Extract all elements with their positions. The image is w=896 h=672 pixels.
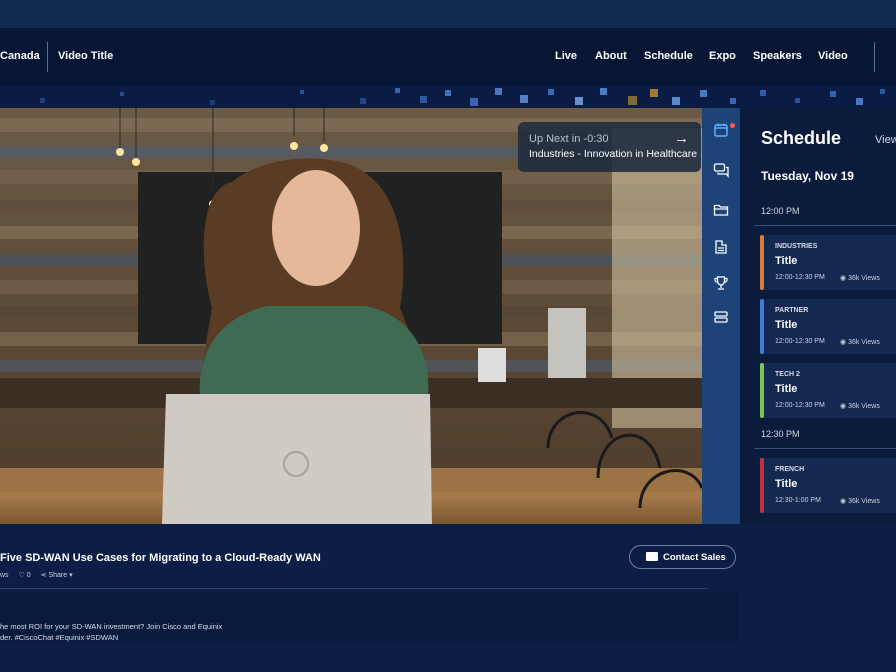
- info-divider: [0, 588, 708, 589]
- session-color-bar: [760, 235, 764, 290]
- session-title: Title: [775, 383, 798, 395]
- server-icon[interactable]: [713, 309, 729, 325]
- up-next-label: Up Next in -0:30: [529, 133, 609, 145]
- session-title: Title: [775, 319, 798, 331]
- eye-icon: ◉: [840, 403, 849, 410]
- schedule-panel: Schedule View Tuesday, Nov 19 12:00 PM I…: [740, 108, 896, 524]
- session-views: ◉ 36k Views: [840, 274, 880, 282]
- chevron-down-icon[interactable]: ▾: [69, 572, 73, 579]
- session-tag: TECH 2: [775, 371, 800, 378]
- contact-sales-label: Contact Sales: [663, 552, 726, 563]
- chat-icon[interactable]: [713, 162, 729, 178]
- session-tag: PARTNER: [775, 307, 809, 314]
- description-box: he most ROI for your SD-WAN investment? …: [0, 592, 738, 642]
- session-card[interactable]: FRENCH Title 12:30-1:00 PM ◉ 36k Views: [760, 458, 896, 513]
- slot-divider: [754, 448, 896, 449]
- share-link[interactable]: Share: [48, 572, 67, 579]
- arrow-right-icon[interactable]: →: [674, 130, 689, 147]
- up-next-card[interactable]: Up Next in -0:30 Industries - Innovation…: [518, 122, 701, 172]
- heart-icon[interactable]: ♡: [19, 572, 25, 579]
- session-views-label: 36k Views: [848, 275, 880, 282]
- session-time: 12:00-12:30 PM: [775, 338, 825, 345]
- session-color-bar: [760, 363, 764, 418]
- header-divider-right: [874, 42, 875, 72]
- slot-divider: [754, 225, 896, 226]
- contact-sales-button[interactable]: Contact Sales: [629, 545, 736, 569]
- schedule-title: Schedule: [761, 128, 842, 148]
- eye-icon: ◉: [840, 339, 849, 346]
- document-icon[interactable]: [713, 239, 729, 255]
- share-icon[interactable]: ⋖: [41, 572, 47, 579]
- session-views: ◉ 36k Views: [840, 497, 880, 505]
- session-color-bar: [760, 458, 764, 513]
- nav-expo[interactable]: Expo: [709, 50, 736, 62]
- mail-icon: [646, 552, 658, 561]
- nav-speakers[interactable]: Speakers: [753, 50, 802, 62]
- pixel-decoration: [0, 86, 896, 108]
- eye-icon: ◉: [840, 275, 849, 282]
- side-icon-rail: [702, 108, 740, 524]
- session-views-label: 36k Views: [848, 403, 880, 410]
- session-card[interactable]: PARTNER Title 12:00-12:30 PM ◉ 36k Views: [760, 299, 896, 354]
- video-meta-row: ws ♡ 0 ⋖ Share ▾: [0, 571, 73, 579]
- video-info-section: Five SD-WAN Use Cases for Migrating to a…: [0, 524, 896, 672]
- session-views: ◉ 36k Views: [840, 338, 880, 346]
- video-title: Five SD-WAN Use Cases for Migrating to a…: [0, 552, 321, 564]
- likes-count: 0: [26, 572, 31, 579]
- calendar-icon[interactable]: [713, 122, 729, 138]
- session-time: 12:00-12:30 PM: [775, 274, 825, 281]
- header-divider: [47, 42, 48, 72]
- session-color-bar: [760, 299, 764, 354]
- eye-icon: ◉: [840, 498, 849, 505]
- site-header: Canada Video Title Live About Schedule E…: [0, 28, 896, 86]
- session-time: 12:30-1:00 PM: [775, 497, 821, 504]
- description-line: der. #CiscoChat #Equinix #SDWAN: [0, 633, 119, 642]
- nav-live[interactable]: Live: [555, 50, 577, 62]
- schedule-date: Tuesday, Nov 19: [761, 169, 854, 183]
- view-all-link[interactable]: View: [875, 134, 896, 146]
- time-slot-label: 12:00 PM: [761, 206, 800, 216]
- nav-about[interactable]: About: [595, 50, 627, 62]
- session-views: ◉ 36k Views: [840, 402, 880, 410]
- session-card[interactable]: INDUSTRIES Title 12:00-12:30 PM ◉ 36k Vi…: [760, 235, 896, 290]
- folder-icon[interactable]: [713, 202, 729, 218]
- session-tag: FRENCH: [775, 466, 805, 473]
- trophy-icon[interactable]: [713, 275, 729, 291]
- session-title: Title: [775, 255, 798, 267]
- nav-video[interactable]: Video: [818, 50, 848, 62]
- session-card[interactable]: TECH 2 Title 12:00-12:30 PM ◉ 36k Views: [760, 363, 896, 418]
- views-count: ws: [0, 572, 9, 579]
- time-slot-label: 12:30 PM: [761, 429, 800, 439]
- session-title: Title: [775, 478, 798, 490]
- session-time: 12:00-12:30 PM: [775, 402, 825, 409]
- header-video-title: Video Title: [58, 50, 114, 62]
- nav-schedule[interactable]: Schedule: [644, 50, 693, 62]
- up-next-title: Industries - Innovation in Healthcare: [529, 148, 698, 160]
- session-tag: INDUSTRIES: [775, 243, 818, 250]
- session-views-label: 36k Views: [848, 498, 880, 505]
- notification-dot: [730, 123, 735, 128]
- brand-label[interactable]: Canada: [0, 50, 40, 62]
- description-line: he most ROI for your SD-WAN investment? …: [0, 622, 223, 631]
- top-strip: [0, 0, 896, 28]
- session-views-label: 36k Views: [848, 339, 880, 346]
